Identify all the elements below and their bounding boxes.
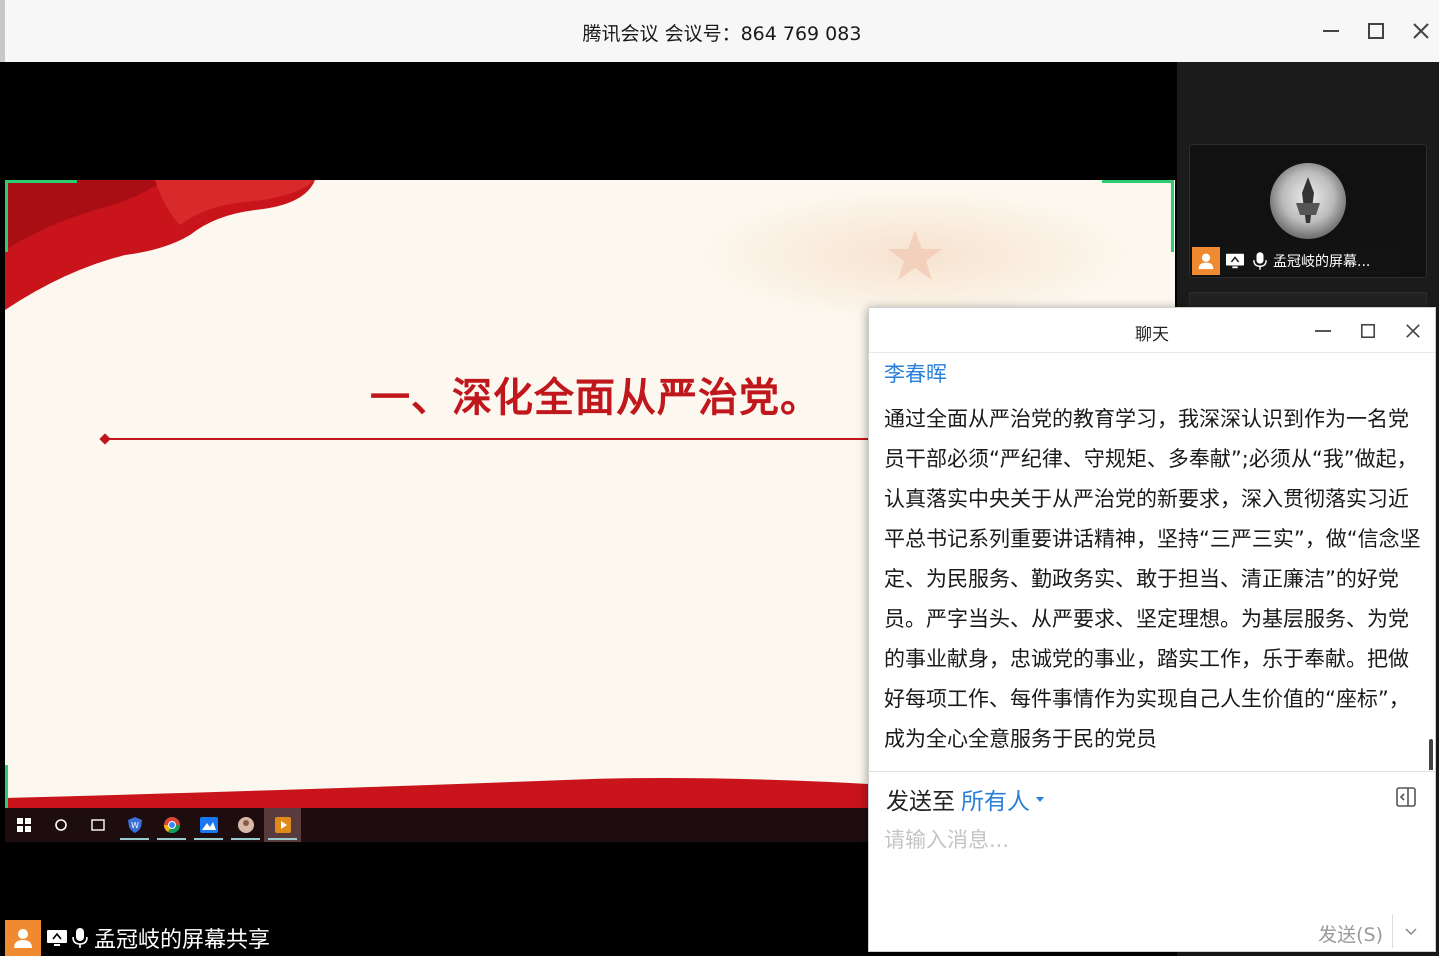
share-frame-corner [5,180,77,183]
participant-tile[interactable]: 孟冠岐的屏幕... [1189,144,1427,278]
user-avatar-icon [1192,247,1220,275]
chat-message-list[interactable]: 李春晖 通过全面从严治党的教育学习，我深深认识到作为一名党员干部必须“严纪律、守… [869,354,1435,770]
chat-close-button[interactable] [1396,316,1430,346]
chevron-down-icon [1405,928,1417,936]
send-button[interactable]: 发送(S) [1318,920,1383,947]
participant-avatar [1270,163,1346,239]
message-text: 通过全面从严治党的教育学习，我深深认识到作为一名党员干部必须“严纪律、守规矩、多… [884,407,1421,751]
microphone-icon [72,928,88,948]
detach-panel-icon[interactable] [1395,786,1417,808]
windows-start-icon[interactable] [5,808,42,842]
chat-maximize-button[interactable] [1351,316,1385,346]
minimize-icon [1323,30,1339,32]
screen-share-label: 孟冠岐的屏幕共享 [5,920,270,956]
screen-share-icon [1226,253,1244,269]
send-to-selector[interactable]: 发送至 所有人 [886,782,1044,816]
chat-composer: 发送至 所有人 请输入消息... 发送(S) [869,771,1435,953]
star-watermark-icon [888,230,942,280]
user-avatar-icon [5,920,41,956]
share-frame-corner [5,180,8,252]
title-rule [105,438,885,440]
send-options-button[interactable] [1401,922,1421,942]
slide-title: 一、深化全面从严治党。 [370,375,821,421]
screen-share-owner: 孟冠岐的屏幕共享 [94,928,271,953]
maximize-icon [1360,323,1376,339]
microphone-icon [1253,252,1267,270]
chat-minimize-button[interactable] [1306,316,1340,346]
share-frame-corner [1102,180,1174,183]
participant-status-bar: 孟冠岐的屏幕... [1192,247,1400,275]
send-divider [1392,914,1393,948]
search-circle-icon[interactable] [42,808,79,842]
message-sender[interactable]: 李春晖 [884,358,947,388]
dropdown-caret-icon [1036,796,1044,802]
window-title: 腾讯会议 会议号：864 769 083 [582,23,862,45]
media-player-icon[interactable] [264,808,301,842]
maximize-button[interactable] [1359,16,1393,46]
window-titlebar: 腾讯会议 会议号：864 769 083 [0,0,1439,62]
red-flag-decoration [5,180,315,310]
shared-taskbar: W [5,808,871,842]
minimize-button[interactable] [1314,16,1348,46]
share-frame-corner [1171,180,1174,252]
close-button[interactable] [1404,16,1438,46]
close-icon [1406,324,1420,338]
chat-scrollbar[interactable] [1429,739,1433,770]
avatar-app-icon[interactable] [227,808,264,842]
task-view-icon[interactable] [79,808,116,842]
meeting-app: 腾讯会议 会议号：864 769 083 一、深化全面从严治党。 W 孟冠岐的屏… [0,0,1439,956]
chrome-icon[interactable] [153,808,190,842]
chat-header: 聊天 [869,308,1435,353]
close-icon [1413,23,1429,39]
maximize-icon [1368,23,1384,39]
message-input[interactable]: 请输入消息... [884,824,1009,854]
app-blue-icon[interactable] [190,808,227,842]
screen-share-icon [47,930,67,946]
svg-text:W: W [131,821,139,830]
send-to-label: 发送至 [886,789,955,815]
send-to-target[interactable]: 所有人 [961,782,1030,816]
participant-name: 孟冠岐的屏幕... [1273,254,1371,270]
chat-window: 聊天 李春晖 通过全面从严治党的教育学习，我深深认识到作为一名党员干部必须“严纪… [868,307,1436,952]
minimize-icon [1315,330,1331,332]
browser-shield-icon[interactable]: W [116,808,153,842]
